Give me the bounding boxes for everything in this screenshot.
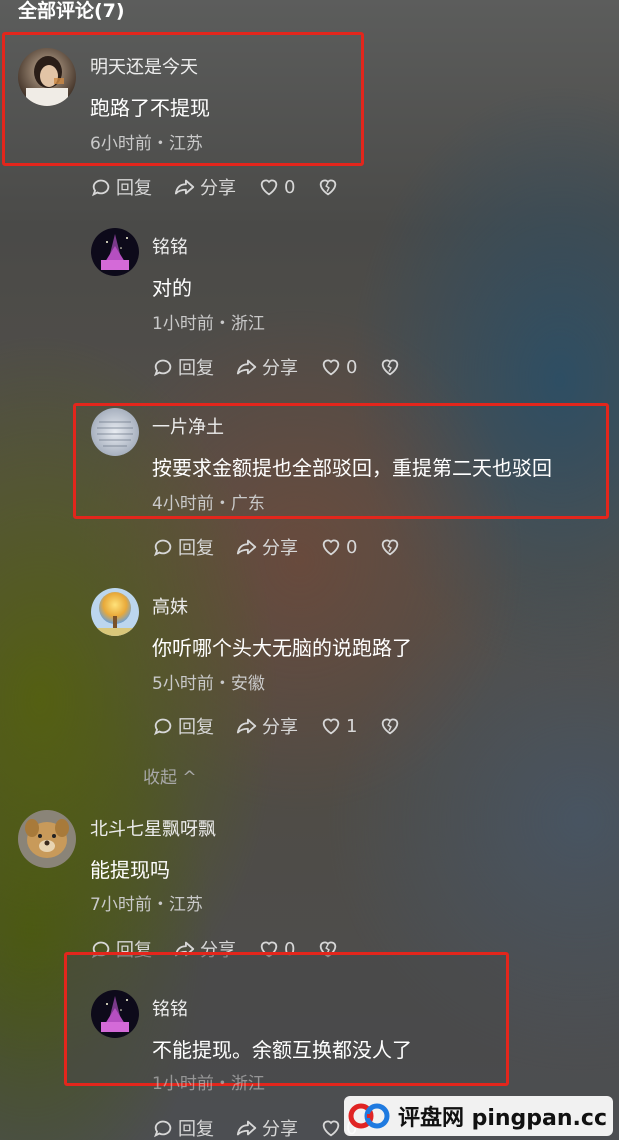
avatar[interactable]: [91, 990, 139, 1038]
like-button[interactable]: 0: [320, 536, 357, 558]
like-count: 1: [346, 715, 358, 737]
share-button[interactable]: 分享: [174, 174, 236, 200]
comments-header-title: 全部评论(7): [18, 0, 125, 22]
comment-meta: 7小时前・江苏: [90, 895, 203, 915]
heart-icon: [322, 718, 340, 735]
heart-icon: [260, 179, 278, 196]
share-label: 分享: [262, 538, 298, 559]
broken-heart-icon: [382, 359, 399, 376]
reply-icon: [91, 179, 110, 197]
dislike-button[interactable]: [379, 536, 405, 558]
comment-meta: 4小时前・广东: [152, 494, 265, 514]
share-button[interactable]: 分享: [236, 713, 298, 739]
watermark-text: 评盘网 pingpan.cc: [397, 1106, 607, 1131]
comment-username[interactable]: 北斗七星飘呀飘: [90, 815, 216, 841]
heart-icon: [322, 359, 340, 376]
comment-text: 你听哪个头大无脑的说跑路了: [152, 636, 412, 660]
comment-text: 对的: [152, 276, 192, 300]
share-button[interactable]: 分享: [236, 534, 298, 560]
broken-heart-icon: [382, 718, 399, 735]
comment-actions: 回复 分享 1: [152, 714, 427, 738]
reply-button[interactable]: 回复: [152, 354, 214, 380]
dislike-button[interactable]: [379, 715, 405, 737]
share-button[interactable]: 分享: [236, 1115, 298, 1140]
comment-username[interactable]: 明天还是今天: [90, 53, 198, 79]
broken-heart-icon: [382, 539, 399, 556]
comment-username[interactable]: 一片净土: [152, 413, 224, 439]
reply-button[interactable]: 回复: [152, 713, 214, 739]
heart-icon: [322, 539, 340, 556]
reply-icon: [153, 1120, 172, 1138]
avatar[interactable]: [91, 588, 139, 636]
comment-text: 按要求金额提也全部驳回，重提第二天也驳回: [152, 456, 552, 480]
share-label: 分享: [262, 358, 298, 379]
avatar[interactable]: [18, 48, 76, 106]
reply-icon: [153, 539, 172, 557]
comment-actions: 回复 分享 0: [152, 535, 427, 559]
comment-username[interactable]: 铭铭: [152, 995, 188, 1021]
avatar[interactable]: [18, 810, 76, 868]
reply-button[interactable]: 回复: [152, 534, 214, 560]
like-button[interactable]: 0: [320, 356, 357, 378]
like-count: 0: [346, 536, 358, 558]
share-icon: [236, 539, 257, 555]
watermark: 评盘网 pingpan.cc: [343, 1096, 613, 1136]
collapse-replies-button[interactable]: 收起 ^: [143, 763, 197, 788]
reply-label: 回复: [178, 358, 214, 379]
broken-heart-icon: [320, 179, 337, 196]
share-label: 分享: [262, 1119, 298, 1140]
comment-actions: 回复 分享 0: [90, 175, 365, 199]
reply-icon: [153, 359, 172, 377]
like-count: 0: [346, 356, 358, 378]
dislike-button[interactable]: [379, 356, 405, 378]
comment-text: 能提现吗: [90, 858, 170, 882]
comment-username[interactable]: 铭铭: [152, 233, 188, 259]
comment-meta: 6小时前・江苏: [90, 134, 203, 154]
reply-label: 回复: [178, 1119, 214, 1140]
comment-meta: 1小时前・浙江: [152, 1074, 265, 1094]
watermark-logo-icon: [348, 1103, 390, 1129]
like-button[interactable]: 0: [258, 176, 295, 198]
dislike-button[interactable]: [317, 176, 343, 198]
reply-icon: [153, 718, 172, 736]
reply-button[interactable]: 回复: [152, 1115, 214, 1140]
reply-label: 回复: [178, 538, 214, 559]
share-button[interactable]: 分享: [236, 354, 298, 380]
share-label: 分享: [200, 178, 236, 199]
share-icon: [174, 179, 195, 195]
heart-icon: [322, 1120, 340, 1137]
reply-label: 回复: [178, 717, 214, 738]
share-label: 分享: [262, 717, 298, 738]
reply-label: 回复: [116, 178, 152, 199]
share-icon: [236, 359, 257, 375]
avatar[interactable]: [91, 408, 139, 456]
share-icon: [236, 718, 257, 734]
like-count: 0: [284, 176, 296, 198]
share-icon: [236, 1120, 257, 1136]
comment-text: 不能提现。余额互换都没人了: [152, 1038, 412, 1062]
comment-actions: 回复 分享 0: [152, 355, 427, 379]
comment-meta: 1小时前・浙江: [152, 314, 265, 334]
reply-button[interactable]: 回复: [90, 174, 152, 200]
comment-username[interactable]: 高妹: [152, 593, 188, 619]
comment-text: 跑路了不提现: [90, 96, 210, 120]
like-button[interactable]: 1: [320, 715, 357, 737]
comment-meta: 5小时前・安徽: [152, 674, 265, 694]
avatar[interactable]: [91, 228, 139, 276]
